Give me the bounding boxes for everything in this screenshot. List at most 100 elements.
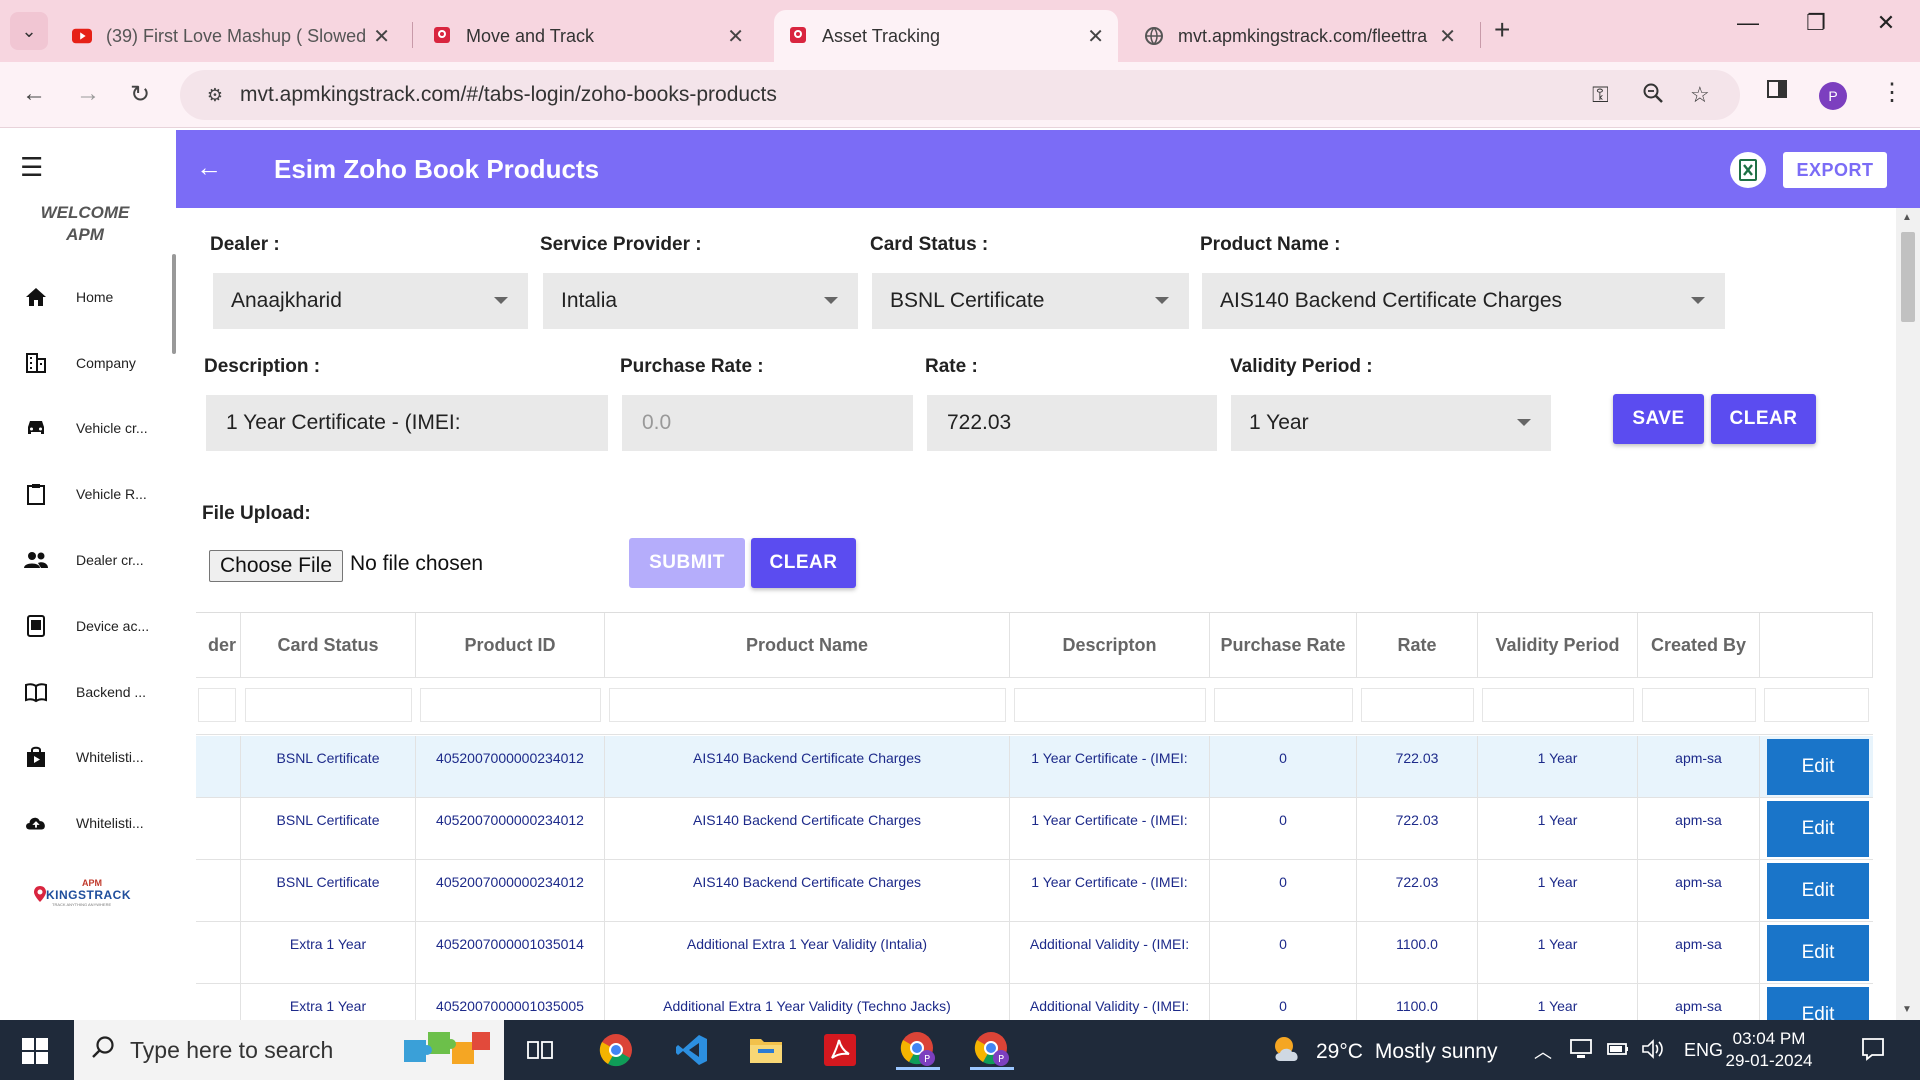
page-scrollbar[interactable]: ▲ ▼	[1896, 208, 1920, 1020]
windows-start-icon[interactable]	[22, 1038, 48, 1064]
product-name-select[interactable]: AIS140 Backend Certificate Charges	[1202, 273, 1725, 329]
filter-created-by-input[interactable]	[1642, 688, 1756, 722]
file-explorer-icon[interactable]	[744, 1030, 788, 1070]
column-header-dealer[interactable]: der	[196, 613, 241, 677]
scrollbar-thumb[interactable]	[1901, 232, 1915, 322]
notification-icon[interactable]	[1860, 1036, 1886, 1067]
column-header-purchase-rate[interactable]: Purchase Rate	[1210, 613, 1357, 677]
back-arrow-icon[interactable]: ←	[196, 152, 222, 183]
edit-button[interactable]: Edit	[1767, 987, 1869, 1020]
filter-description-input[interactable]	[1014, 688, 1206, 722]
system-clock[interactable]: 03:04 PM 29-01-2024	[1724, 1028, 1814, 1072]
sidebar-scrollbar[interactable]	[172, 254, 176, 354]
clear-upload-button[interactable]: CLEAR	[751, 538, 856, 588]
edit-button[interactable]: Edit	[1767, 801, 1869, 857]
filter-actions-input[interactable]	[1764, 688, 1869, 722]
tab-youtube[interactable]: (39) First Love Mashup ( Slowed ✕	[58, 10, 404, 62]
table-row[interactable]: BSNL Certificate 4052007000000234012 AIS…	[196, 860, 1873, 922]
bookmark-star-icon[interactable]: ☆	[1690, 82, 1710, 108]
close-tab-icon[interactable]: ✕	[1439, 24, 1456, 49]
column-header-card-status[interactable]: Card Status	[241, 613, 416, 677]
minimize-icon[interactable]: —	[1728, 10, 1768, 36]
profile-avatar[interactable]: P	[1819, 82, 1847, 110]
scroll-down-arrow-icon[interactable]: ▼	[1902, 1004, 1912, 1015]
table-row[interactable]: BSNL Certificate 4052007000000234012 AIS…	[196, 736, 1873, 798]
tab-move-and-track[interactable]: Move and Track ✕	[418, 10, 758, 62]
key-icon[interactable]: ⚿	[1592, 82, 1609, 108]
weather-widget[interactable]: 29°C Mostly sunny	[1270, 1034, 1497, 1070]
save-button[interactable]: SAVE	[1613, 394, 1704, 444]
rate-input[interactable]: 722.03	[927, 395, 1217, 451]
dealer-select[interactable]: Anaajkharid	[213, 273, 528, 329]
taskbar-search[interactable]: Type here to search	[74, 1020, 504, 1080]
zoom-icon[interactable]	[1642, 82, 1664, 110]
sidebar-item-vehicle-create[interactable]: Vehicle cr...	[0, 403, 170, 453]
card-status-select[interactable]: BSNL Certificate	[872, 273, 1189, 329]
tab-asset-tracking[interactable]: Asset Tracking ✕	[774, 10, 1118, 62]
chevron-up-icon[interactable]: ︿	[1534, 1038, 1552, 1064]
sidebar-item-company[interactable]: Company	[0, 338, 170, 388]
sidebar-item-whitelisting-1[interactable]: Whitelisti...	[0, 732, 170, 782]
table-row[interactable]: Extra 1 Year 4052007000001035005 Additio…	[196, 984, 1873, 1020]
kebab-menu-icon[interactable]: ⋮	[1880, 78, 1904, 107]
filter-rate-input[interactable]	[1361, 688, 1474, 722]
chrome-icon[interactable]	[594, 1030, 638, 1070]
filter-dealer-input[interactable]	[198, 688, 236, 722]
filter-validity-input[interactable]	[1482, 688, 1634, 722]
clear-form-button[interactable]: CLEAR	[1711, 394, 1816, 444]
filter-purchase-rate-input[interactable]	[1214, 688, 1353, 722]
chrome-profile-icon[interactable]: P	[896, 1030, 940, 1070]
sidebar-item-vehicle-report[interactable]: Vehicle R...	[0, 469, 170, 519]
close-tab-icon[interactable]: ✕	[727, 24, 744, 49]
volume-icon[interactable]	[1640, 1038, 1666, 1065]
service-provider-select[interactable]: Intalia	[543, 273, 858, 329]
choose-file-button[interactable]: Choose File	[209, 550, 343, 582]
description-input[interactable]: 1 Year Certificate - (IMEI:	[206, 395, 608, 451]
edit-button[interactable]: Edit	[1767, 739, 1869, 795]
chrome-profile-icon[interactable]: P	[970, 1030, 1014, 1070]
reload-icon[interactable]: ↻	[130, 80, 150, 109]
column-header-description[interactable]: Descripton	[1010, 613, 1210, 677]
language-indicator[interactable]: ENG	[1684, 1040, 1723, 1061]
back-arrow-icon[interactable]: ←	[22, 80, 46, 108]
column-header-created-by[interactable]: Created By	[1638, 613, 1760, 677]
close-window-icon[interactable]: ✕	[1866, 10, 1906, 36]
purchase-rate-input[interactable]: 0.0	[622, 395, 913, 451]
column-header-product-id[interactable]: Product ID	[416, 613, 605, 677]
excel-icon[interactable]	[1730, 152, 1766, 188]
filter-product-id-input[interactable]	[420, 688, 601, 722]
tab-search-dropdown-button[interactable]: ⌄	[10, 12, 48, 50]
table-row[interactable]: BSNL Certificate 4052007000000234012 AIS…	[196, 798, 1873, 860]
submit-button[interactable]: SUBMIT	[629, 538, 745, 588]
battery-icon[interactable]	[1606, 1038, 1630, 1065]
sidebar-item-home[interactable]: Home	[0, 272, 170, 322]
address-bar[interactable]: ⚙ mvt.apmkingstrack.com/#/tabs-login/zoh…	[180, 70, 1740, 120]
edit-button[interactable]: Edit	[1767, 863, 1869, 919]
filter-card-status-input[interactable]	[245, 688, 412, 722]
sidebar-item-dealer-create[interactable]: Dealer cr...	[0, 535, 170, 585]
side-panel-icon[interactable]	[1766, 78, 1788, 107]
edit-button[interactable]: Edit	[1767, 925, 1869, 981]
tab-fleettrack[interactable]: mvt.apmkingstrack.com/fleettra ✕	[1130, 10, 1470, 62]
task-view-icon[interactable]	[518, 1030, 562, 1070]
column-header-validity-period[interactable]: Validity Period	[1478, 613, 1638, 677]
hamburger-menu-icon[interactable]: ☰	[20, 152, 43, 183]
sidebar-item-device-activation[interactable]: Device ac...	[0, 601, 170, 651]
acrobat-icon[interactable]	[818, 1030, 862, 1070]
url-text[interactable]: mvt.apmkingstrack.com/#/tabs-login/zoho-…	[240, 83, 777, 107]
close-tab-icon[interactable]: ✕	[1087, 24, 1104, 49]
close-tab-icon[interactable]: ✕	[373, 24, 390, 49]
vscode-icon[interactable]	[670, 1030, 714, 1070]
new-tab-icon[interactable]: +	[1494, 14, 1510, 46]
restore-icon[interactable]: ❐	[1796, 10, 1836, 36]
export-button[interactable]: EXPORT	[1783, 152, 1887, 188]
site-info-icon[interactable]: ⚙	[190, 85, 240, 106]
table-row[interactable]: Extra 1 Year 4052007000001035014 Additio…	[196, 922, 1873, 984]
network-icon[interactable]	[1568, 1038, 1594, 1065]
column-header-rate[interactable]: Rate	[1357, 613, 1478, 677]
forward-arrow-icon[interactable]: →	[76, 80, 100, 108]
validity-period-select[interactable]: 1 Year	[1231, 395, 1551, 451]
sidebar-item-whitelisting-2[interactable]: Whitelisti...	[0, 798, 170, 848]
column-header-product-name[interactable]: Product Name	[605, 613, 1010, 677]
filter-product-name-input[interactable]	[609, 688, 1006, 722]
